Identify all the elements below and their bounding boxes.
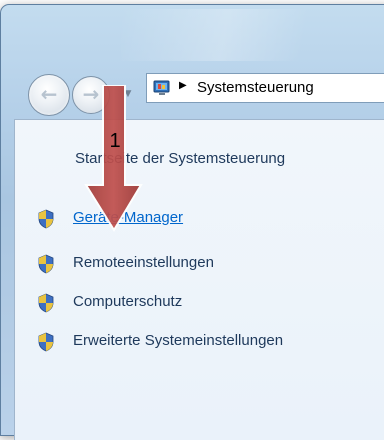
step-number-label: 1: [109, 130, 121, 152]
control-panel-icon: [153, 80, 170, 95]
back-arrow-icon: ←: [40, 81, 58, 106]
screenshot-stage: ← → ▼ ▶ Systemsteuerung Startseite der S…: [0, 0, 384, 440]
breadcrumb-control-panel[interactable]: Systemsteuerung: [197, 79, 314, 96]
uac-shield-icon: [38, 332, 54, 352]
task-label[interactable]: Computerschutz: [73, 293, 182, 310]
tasks-pane: Startseite der Systemsteuerung Geräte-Ma…: [14, 119, 384, 440]
uac-shield-icon: [38, 209, 54, 229]
aero-glass-highlight: [121, 9, 381, 61]
task-label[interactable]: Erweiterte Systemeinstellungen: [73, 332, 283, 349]
uac-shield-icon: [38, 254, 54, 274]
step-annotation-arrow: [84, 85, 143, 232]
back-button[interactable]: ←: [28, 74, 70, 116]
breadcrumb-separator-icon[interactable]: ▶: [179, 80, 187, 91]
uac-shield-icon: [38, 293, 54, 313]
address-bar[interactable]: ▶ Systemsteuerung: [146, 73, 384, 103]
task-label[interactable]: Remoteeinstellungen: [73, 254, 214, 271]
